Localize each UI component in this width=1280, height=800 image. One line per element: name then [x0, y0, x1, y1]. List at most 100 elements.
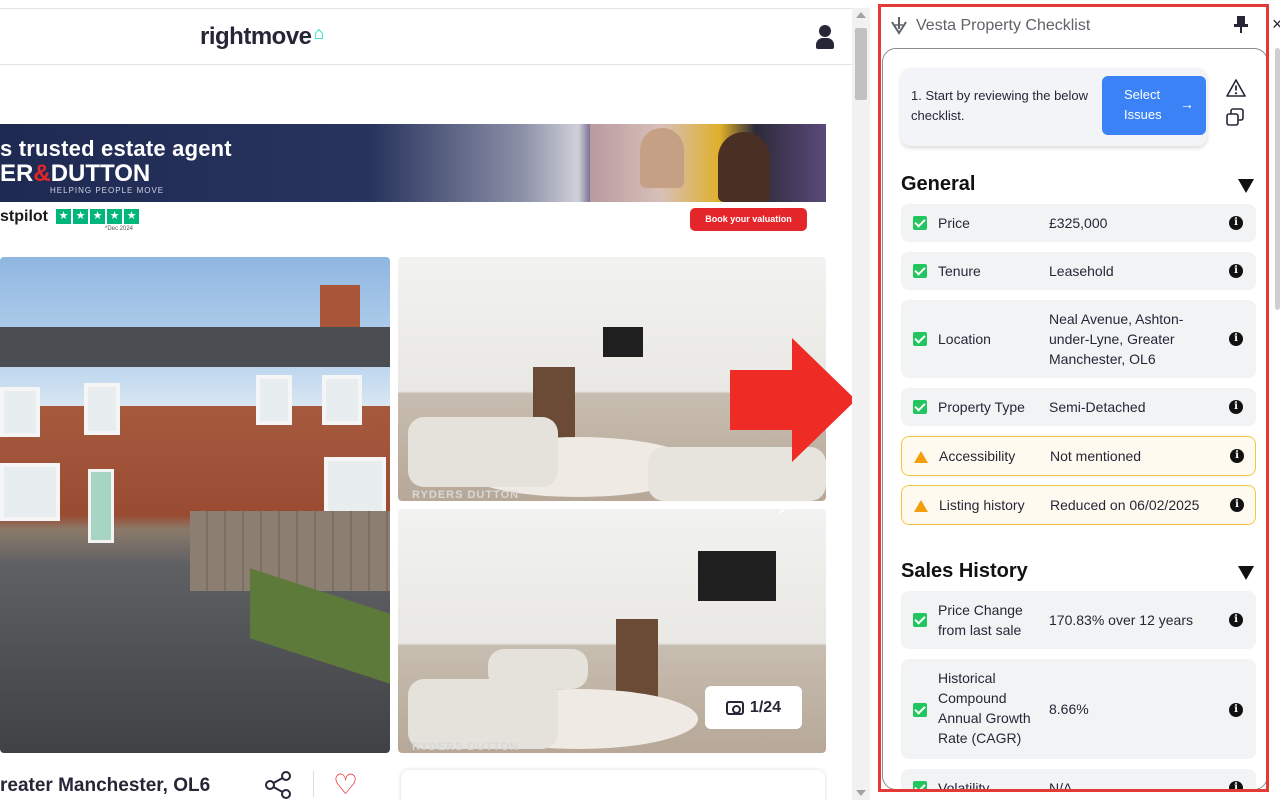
annotation-arrow: [730, 338, 852, 462]
row-value: £325,000: [1049, 215, 1108, 231]
check-icon: [913, 400, 927, 414]
info-icon[interactable]: i: [1229, 264, 1243, 278]
banner-person: [640, 128, 684, 188]
main-property-photo[interactable]: [0, 257, 390, 753]
row-value: Leasehold: [1049, 263, 1114, 279]
extension-sidepanel: Vesta Property Checklist × 1. Start by r…: [874, 0, 1280, 800]
banner-brand: ER&DUTTON: [0, 160, 151, 187]
collapse-triangle-icon[interactable]: [1238, 179, 1254, 193]
report-warning-icon[interactable]: [1226, 79, 1246, 97]
checklist-row-property-type[interactable]: Property Type Semi-Detached i: [901, 388, 1256, 426]
banner-headline: s trusted estate agent: [0, 136, 232, 161]
site-header: rightmove ⌂: [0, 8, 852, 65]
checklist-row-location[interactable]: Location Neal Avenue, Ashton-under-Lyne,…: [901, 300, 1256, 378]
agent-watermark: RYDERS DUTTON: [412, 489, 520, 501]
star-icon: ★: [107, 209, 122, 224]
vesta-logo-icon: [891, 17, 907, 35]
star-icon: ★: [73, 209, 88, 224]
close-icon[interactable]: ×: [1272, 14, 1280, 35]
user-account-icon[interactable]: [816, 25, 834, 55]
row-label: Property Type: [938, 399, 1025, 415]
next-photo-icon[interactable]: ›: [778, 490, 787, 522]
book-valuation-button[interactable]: Book your valuation: [690, 208, 807, 231]
row-label: Price: [938, 215, 970, 231]
checklist-row-accessibility[interactable]: Accessibility Not mentioned i: [901, 436, 1256, 476]
instruction-card: 1. Start by reviewing the below checklis…: [901, 68, 1207, 146]
checklist-row-listing-history[interactable]: Listing history Reduced on 06/02/2025 i: [901, 485, 1256, 525]
info-icon[interactable]: i: [1230, 449, 1244, 463]
logo-house-icon: ⌂: [313, 23, 325, 43]
select-issues-button[interactable]: Select Issues →: [1102, 76, 1206, 135]
extension-title: Vesta Property Checklist: [916, 17, 1091, 34]
warning-icon: [914, 451, 928, 463]
banner-person: [718, 132, 770, 202]
info-icon[interactable]: i: [1229, 400, 1243, 414]
agent-card: [401, 770, 825, 800]
camera-icon: [725, 700, 744, 715]
check-icon: [913, 703, 927, 717]
photo-gallery-counter[interactable]: 1/24: [705, 686, 802, 729]
rightmove-page: rightmove ⌂ s trusted estate agent ER&DUT…: [0, 0, 852, 800]
row-label: Historical Compound Annual Growth Rate (…: [938, 670, 1031, 746]
row-value: Not mentioned: [1050, 448, 1142, 464]
info-icon[interactable]: i: [1229, 781, 1243, 789]
row-value: N/A: [1049, 780, 1073, 790]
advert-banner[interactable]: s trusted estate agent ER&DUTTON HELPING…: [0, 124, 826, 202]
row-value: Neal Avenue, Ashton-under-Lyne, Greater …: [1049, 311, 1184, 367]
warning-icon: [914, 500, 928, 512]
photo-count: 1/24: [749, 698, 782, 716]
arrow-right-icon: →: [1180, 96, 1194, 112]
scrollbar-thumb[interactable]: [855, 28, 867, 100]
row-label: Listing history: [939, 497, 1025, 513]
info-icon[interactable]: i: [1229, 613, 1243, 627]
trustpilot-label: stpilot: [0, 208, 48, 225]
screen: rightmove ⌂ s trusted estate agent ER&DUT…: [0, 0, 1280, 800]
banner-tagline: HELPING PEOPLE MOVE: [50, 186, 165, 195]
info-icon[interactable]: i: [1229, 332, 1243, 346]
check-icon: [913, 216, 927, 230]
scroll-down-icon[interactable]: [856, 790, 866, 796]
check-icon: [913, 613, 927, 627]
row-label: Accessibility: [939, 448, 1016, 464]
row-value: Semi-Detached: [1049, 399, 1146, 415]
pin-icon[interactable]: [1234, 16, 1248, 34]
row-label: Tenure: [938, 263, 981, 279]
info-icon[interactable]: i: [1229, 216, 1243, 230]
property-address: reater Manchester, OL6: [0, 775, 211, 796]
panel-scrollbar-thumb[interactable]: [1275, 48, 1280, 310]
trustpilot-stars: ★ ★ ★ ★ ★: [56, 209, 139, 224]
row-label: Volatility: [938, 780, 990, 790]
divider: [313, 771, 314, 797]
copy-icon[interactable]: [1226, 108, 1244, 126]
save-property-heart-icon[interactable]: ♡: [333, 768, 358, 800]
checklist-row-price-change[interactable]: Price Change from last sale 170.83% over…: [901, 591, 1256, 649]
info-icon[interactable]: i: [1230, 498, 1244, 512]
share-icon[interactable]: [264, 770, 294, 800]
row-label: Price Change from last sale: [938, 602, 1023, 638]
check-icon: [913, 332, 927, 346]
collapse-triangle-icon[interactable]: [1238, 566, 1254, 580]
checklist-row-cagr[interactable]: Historical Compound Annual Growth Rate (…: [901, 659, 1256, 759]
checklist-row-price[interactable]: Price £325,000 i: [901, 204, 1256, 242]
scroll-up-icon[interactable]: [856, 12, 866, 18]
checklist-panel: 1. Start by reviewing the below checklis…: [882, 48, 1268, 790]
info-icon[interactable]: i: [1229, 703, 1243, 717]
section-title: General: [901, 173, 976, 195]
agent-watermark: RYDERS DUTTON: [412, 741, 520, 753]
section-title: Sales History: [901, 560, 1028, 582]
row-value: 170.83% over 12 years: [1049, 612, 1193, 628]
checklist-row-volatility[interactable]: Volatility N/A i: [901, 769, 1256, 790]
instruction-text: 1. Start by reviewing the below checklis…: [911, 88, 1089, 123]
rightmove-logo[interactable]: rightmove ⌂: [200, 23, 324, 51]
extension-header: Vesta Property Checklist: [890, 16, 1090, 36]
star-icon: ★: [56, 209, 71, 224]
star-icon: ★: [90, 209, 105, 224]
page-scrollbar[interactable]: [852, 8, 870, 800]
row-value: Reduced on 06/02/2025: [1050, 497, 1200, 513]
trustpilot-date: *Dec 2024: [105, 226, 134, 232]
check-icon: [913, 781, 927, 789]
row-value: 8.66%: [1049, 701, 1089, 717]
row-label: Location: [938, 331, 991, 347]
check-icon: [913, 264, 927, 278]
checklist-row-tenure[interactable]: Tenure Leasehold i: [901, 252, 1256, 290]
